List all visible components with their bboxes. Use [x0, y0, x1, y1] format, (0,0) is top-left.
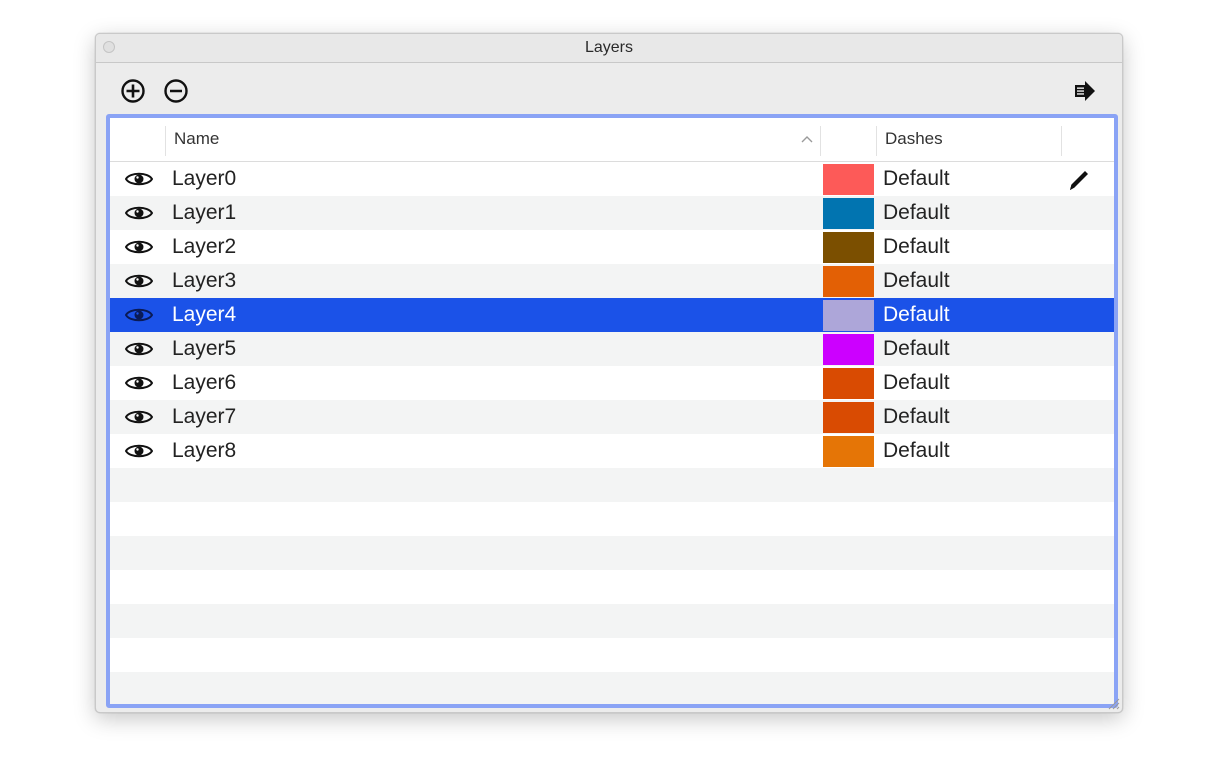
column-separator [165, 126, 166, 156]
table-row[interactable]: Layer6 Default [110, 366, 1114, 400]
eye-icon[interactable] [125, 272, 153, 290]
layer-name[interactable]: Layer2 [172, 230, 236, 264]
window-title: Layers [584, 39, 634, 56]
layer-name[interactable]: Layer4 [172, 298, 236, 332]
layer-dashes[interactable]: Default [883, 196, 950, 230]
table-row[interactable]: Layer0 Default [110, 162, 1114, 196]
resize-grip-icon[interactable] [1106, 696, 1120, 710]
layer-color-swatch[interactable] [823, 198, 874, 229]
table-row[interactable]: Layer3 Default [110, 264, 1114, 298]
column-separator [820, 126, 821, 156]
title-bar[interactable]: Layers [96, 34, 1122, 63]
empty-row [110, 604, 1114, 638]
pencil-icon [1070, 171, 1088, 190]
layer-dashes[interactable]: Default [883, 400, 950, 434]
eye-icon[interactable] [125, 408, 153, 426]
export-arrow-icon [1075, 81, 1095, 101]
table-row[interactable]: Layer1 Default [110, 196, 1114, 230]
layer-name[interactable]: Layer0 [172, 162, 236, 196]
layer-name[interactable]: Layer3 [172, 264, 236, 298]
layer-color-swatch[interactable] [823, 436, 874, 467]
layer-name[interactable]: Layer6 [172, 366, 236, 400]
layer-name[interactable]: Layer5 [172, 332, 236, 366]
table-row[interactable]: Layer8 Default [110, 434, 1114, 468]
sort-ascending-icon[interactable] [800, 134, 814, 144]
remove-circle-icon [164, 79, 188, 103]
table-row[interactable]: Layer7 Default [110, 400, 1114, 434]
empty-row [110, 570, 1114, 604]
layers-table[interactable]: Name Dashes Layer0 Default Layer1 Defaul… [106, 114, 1118, 708]
column-header-dashes[interactable]: Dashes [885, 118, 943, 160]
table-row[interactable]: Layer2 Default [110, 230, 1114, 264]
layers-window: Layers Name Dashes Layer0 Default Layer1… [95, 33, 1123, 713]
layer-color-swatch[interactable] [823, 300, 874, 331]
eye-icon[interactable] [125, 340, 153, 358]
empty-row [110, 468, 1114, 502]
eye-icon[interactable] [125, 170, 153, 188]
empty-row [110, 536, 1114, 570]
eye-icon[interactable] [125, 204, 153, 222]
table-header: Name Dashes [110, 118, 1114, 162]
column-separator [876, 126, 877, 156]
layer-dashes[interactable]: Default [883, 332, 950, 366]
eye-icon[interactable] [125, 238, 153, 256]
add-layer-button[interactable] [120, 78, 146, 104]
column-header-name[interactable]: Name [174, 118, 219, 160]
eye-icon[interactable] [125, 374, 153, 392]
layer-color-swatch[interactable] [823, 402, 874, 433]
column-separator [1061, 126, 1062, 156]
layer-dashes[interactable]: Default [883, 434, 950, 468]
eye-icon[interactable] [125, 442, 153, 460]
layer-color-swatch[interactable] [823, 266, 874, 297]
empty-row [110, 672, 1114, 704]
layer-dashes[interactable]: Default [883, 298, 950, 332]
layer-color-swatch[interactable] [823, 164, 874, 195]
layer-color-swatch[interactable] [823, 334, 874, 365]
empty-row [110, 638, 1114, 672]
layer-dashes[interactable]: Default [883, 230, 950, 264]
layer-name[interactable]: Layer1 [172, 196, 236, 230]
eye-icon[interactable] [125, 306, 153, 324]
table-row[interactable]: Layer5 Default [110, 332, 1114, 366]
layer-name[interactable]: Layer8 [172, 434, 236, 468]
remove-layer-button[interactable] [163, 78, 189, 104]
table-row-selected[interactable]: Layer4 Default [110, 298, 1114, 332]
layer-dashes[interactable]: Default [883, 162, 950, 196]
layer-color-swatch[interactable] [823, 368, 874, 399]
layer-dashes[interactable]: Default [883, 366, 950, 400]
export-button[interactable] [1072, 78, 1098, 104]
layer-name[interactable]: Layer7 [172, 400, 236, 434]
layer-color-swatch[interactable] [823, 232, 874, 263]
add-circle-icon [121, 79, 145, 103]
empty-row [110, 502, 1114, 536]
layer-dashes[interactable]: Default [883, 264, 950, 298]
